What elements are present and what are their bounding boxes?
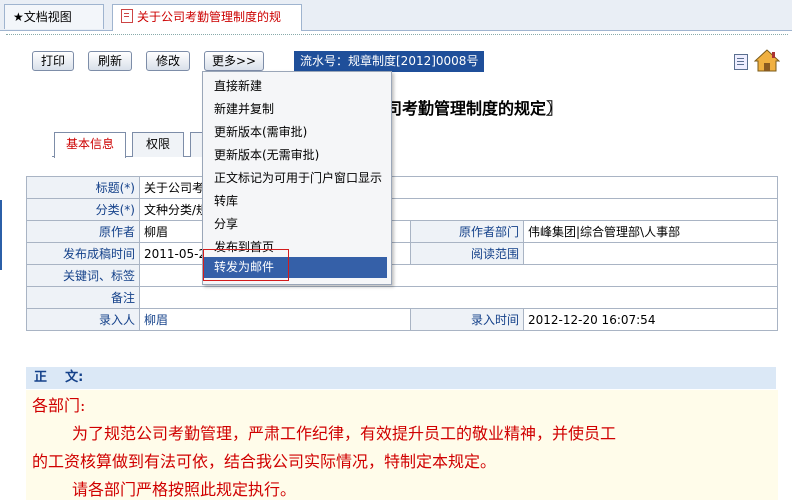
home-icon[interactable] (754, 48, 780, 72)
body-line: 各部门: (32, 396, 86, 415)
tab-permissions[interactable]: 权限 (132, 132, 184, 157)
read-scope-value (523, 242, 778, 265)
table-row: 原作者 柳眉 原作者部门 伟峰集团|综合管理部\人事部 (26, 220, 778, 243)
menu-item-update-approval[interactable]: 更新版本(需审批) (204, 122, 387, 143)
serial-number-badge: 流水号：规章制度[2012]0008号 (294, 51, 485, 72)
entry-time-label: 录入时间 (410, 308, 524, 331)
print-button[interactable]: 打印 (32, 51, 74, 71)
author-label: 原作者 (26, 220, 140, 243)
entry-person-value[interactable]: 柳眉 (139, 308, 411, 331)
tab-document-view[interactable]: ★文档视图 (4, 4, 104, 29)
document-body: 各部门: 为了规范公司考勤管理，严肃工作纪律，有效提升员工的敬业精神，并使员工 … (26, 390, 778, 500)
menu-item-share[interactable]: 分享 (204, 214, 387, 235)
read-scope-label[interactable]: 阅读范围 (410, 242, 524, 265)
table-row: 发布成稿时间 2011-05-20 阅读范围 (26, 242, 778, 265)
table-row: 分类(*) 文种分类/规 (26, 198, 778, 221)
author-dept-value: 伟峰集团|综合管理部\人事部 (523, 220, 778, 243)
body-line: 的工资核算做到有法可依，结合我公司实际情况，特制定本规定。 (32, 452, 497, 471)
menu-item-update-no-approval[interactable]: 更新版本(无需审批) (204, 145, 387, 166)
document-title: 司考勤管理制度的规定〗 (386, 99, 563, 118)
table-row: 备注 (26, 286, 778, 309)
remark-label: 备注 (26, 286, 140, 309)
title-label: 标题(*) (26, 176, 140, 199)
refresh-button[interactable]: 刷新 (88, 51, 132, 71)
left-accent-bar (0, 200, 2, 270)
table-row: 录入人 柳眉 录入时间 2012-12-20 16:07:54 (26, 308, 778, 331)
remark-value (139, 286, 778, 309)
body-line: 为了规范公司考勤管理，严肃工作纪律，有效提升员工的敬业精神，并使员工 (72, 424, 617, 443)
body-heading: 正 文: (26, 367, 776, 389)
menu-item-new[interactable]: 直接新建 (204, 76, 387, 97)
publish-time-label: 发布成稿时间 (26, 242, 140, 265)
menu-item-mark-portal[interactable]: 正文标记为可用于门户窗口显示 (204, 168, 387, 189)
entry-time-value: 2012-12-20 16:07:54 (523, 308, 778, 331)
table-row: 关键词、标签 (26, 264, 778, 287)
more-button[interactable]: 更多>> (204, 51, 264, 71)
keywords-label: 关键词、标签 (26, 264, 140, 287)
tab-basic-info[interactable]: 基本信息 (54, 132, 126, 158)
entry-person-label: 录入人 (26, 308, 140, 331)
document-icon (121, 9, 133, 23)
tab-current-document[interactable]: 关于公司考勤管理制度的规 (112, 4, 302, 31)
tab-document-view-label: ★文档视图 (13, 10, 72, 24)
menu-item-transfer-library[interactable]: 转库 (204, 191, 387, 212)
author-dept-label: 原作者部门 (410, 220, 524, 243)
document-info-table: 标题(*) 关于公司考勤 分类(*) 文种分类/规 原作者 柳眉 原作者部门 伟… (26, 176, 778, 331)
table-row: 标题(*) 关于公司考勤 (26, 176, 778, 199)
tab-current-document-label: 关于公司考勤管理制度的规 (137, 10, 282, 24)
edit-button[interactable]: 修改 (146, 51, 190, 71)
menu-item-new-copy[interactable]: 新建并复制 (204, 99, 387, 120)
highlight-outline (203, 249, 289, 281)
print-preview-icon[interactable] (734, 54, 748, 70)
category-label: 分类(*) (26, 198, 140, 221)
